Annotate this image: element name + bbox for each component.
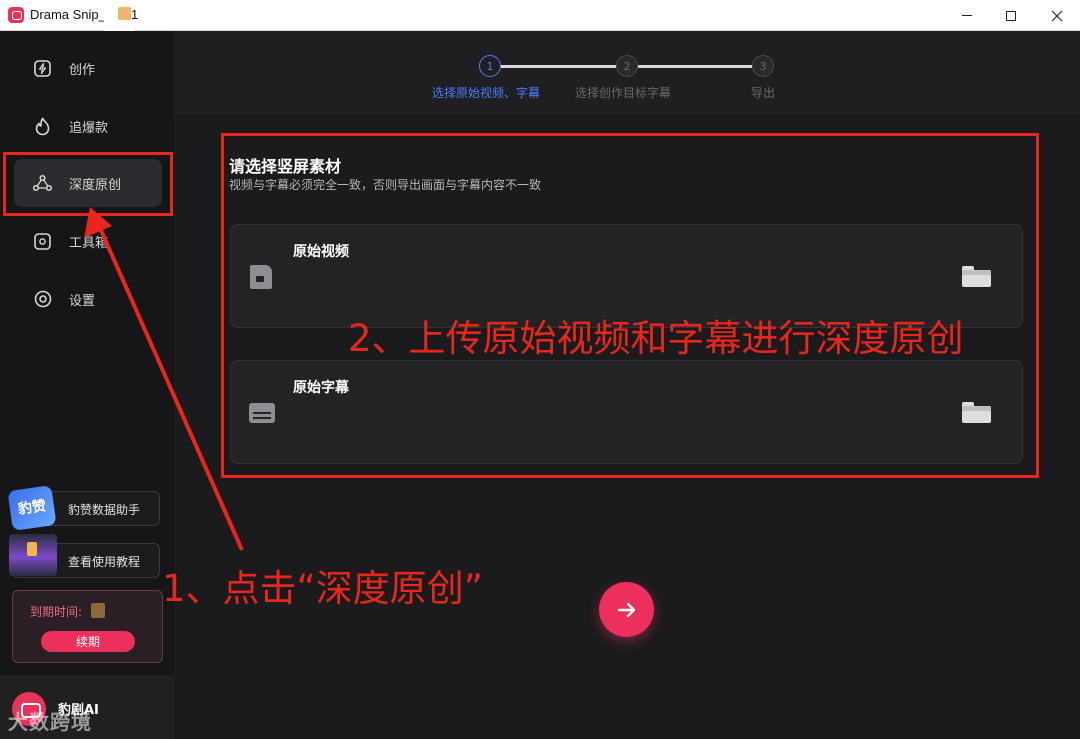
- data-helper-label: 豹赞数据助手: [68, 503, 141, 517]
- maximize-button[interactable]: [988, 0, 1034, 31]
- close-icon: [1051, 10, 1063, 21]
- sidebar-item-settings[interactable]: 设置: [14, 275, 162, 323]
- sidebar-item-label: 设置: [69, 293, 96, 309]
- expiry-panel: 到期时间: 续期: [12, 590, 163, 663]
- maximize-icon: [1006, 10, 1016, 21]
- sidebar-item-trending[interactable]: 追爆款: [14, 102, 162, 150]
- annotation-step-2: 2、上传原始视频和字幕进行深度原创: [348, 317, 964, 360]
- step-1-label: 选择原始视频、字幕: [432, 86, 541, 100]
- flame-icon: [35, 117, 50, 136]
- arrow-right-icon: [617, 602, 635, 617]
- step-2-label: 选择创作目标字幕: [575, 86, 672, 100]
- redaction-block: [91, 603, 105, 618]
- sidebar-item-label: 工具箱: [69, 235, 109, 251]
- annotation-step-1: 1、点击“深度原创”: [162, 567, 483, 610]
- tutorial-thumbnail: [9, 534, 57, 576]
- next-step-button[interactable]: [599, 582, 654, 637]
- watermark: 大数跨境: [8, 710, 92, 734]
- expiry-label: 到期时间:: [30, 605, 83, 619]
- close-button[interactable]: [1034, 0, 1080, 31]
- annotation-box-upload: [221, 133, 1039, 478]
- step-3-indicator: 3: [752, 55, 774, 77]
- title-bar: Drama Snip_ 1: [0, 0, 1080, 32]
- minimize-button[interactable]: [944, 0, 990, 31]
- step-2-indicator: 2: [616, 55, 638, 77]
- sidebar-item-label: 追爆款: [69, 120, 109, 136]
- renew-button[interactable]: 续期: [41, 631, 135, 652]
- tutorial-label: 查看使用教程: [68, 555, 141, 569]
- window-title: Drama Snip_: [30, 7, 106, 22]
- redaction-block: [118, 7, 131, 20]
- step-1-indicator: 1: [479, 55, 501, 77]
- sidebar-item-create[interactable]: 创作: [14, 44, 162, 92]
- app-logo-icon: [8, 7, 24, 23]
- sidebar-item-toolbox[interactable]: 工具箱: [14, 217, 162, 265]
- data-helper-thumbnail-text: 豹赞: [17, 498, 48, 518]
- stepper-line: [638, 65, 752, 68]
- sidebar-item-label: 创作: [69, 62, 96, 78]
- settings-icon: [34, 290, 52, 308]
- step-3-label: 导出: [751, 86, 776, 100]
- annotation-box-sidebar: [3, 152, 173, 216]
- toolbox-icon: [34, 233, 51, 250]
- window-title-suffix: 1: [131, 7, 139, 22]
- lightning-icon: [34, 60, 51, 77]
- stepper-line: [500, 65, 616, 68]
- minimize-icon: [962, 15, 972, 16]
